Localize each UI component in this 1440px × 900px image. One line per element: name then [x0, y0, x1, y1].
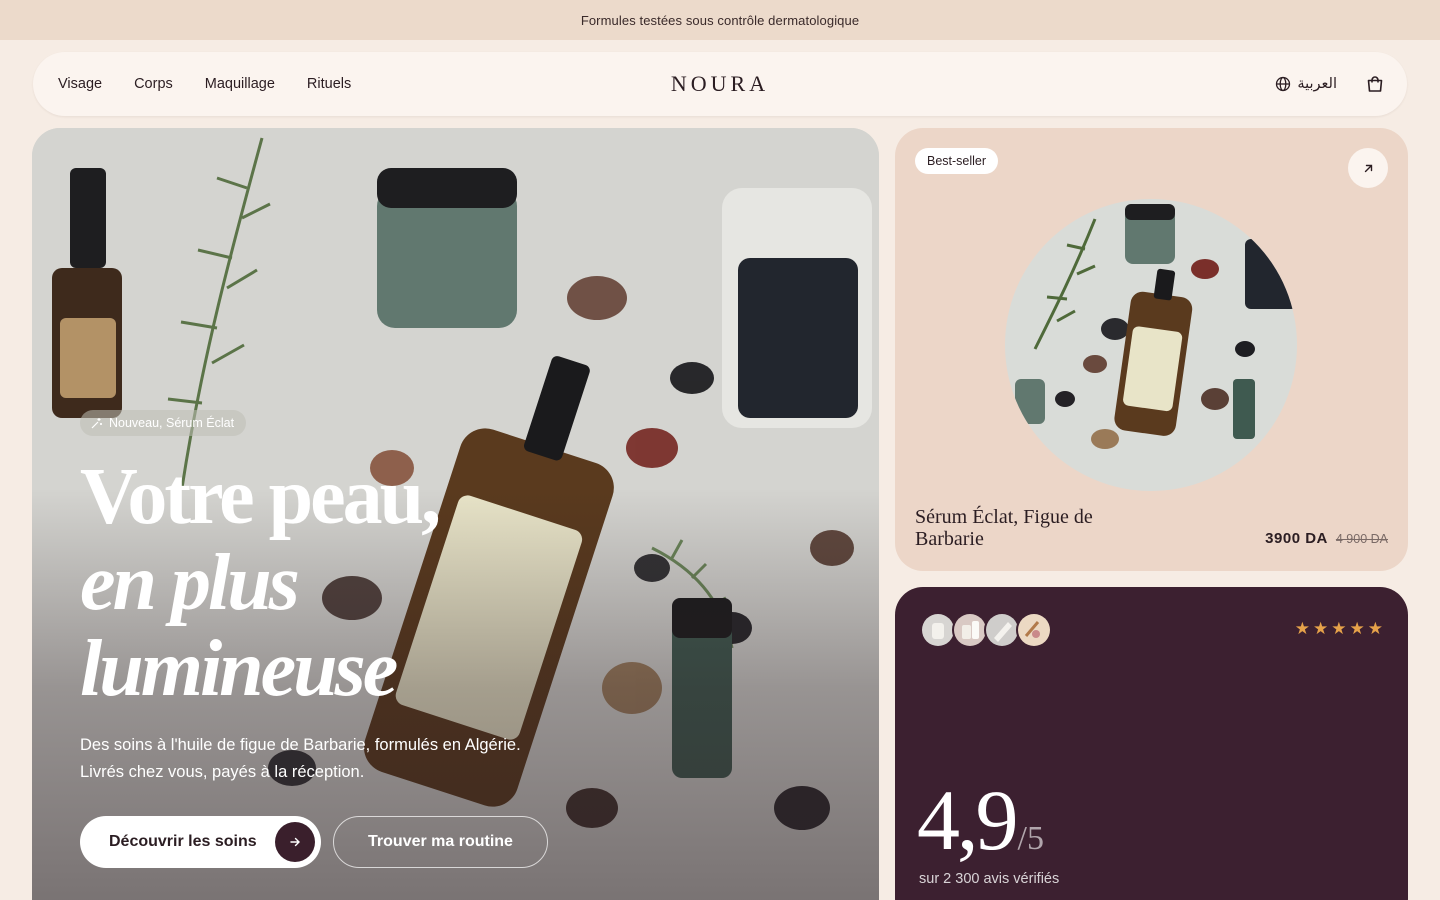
language-label: العربية [1297, 76, 1337, 92]
main-navbar: Visage Corps Maquillage Rituels NOURA ال… [33, 52, 1407, 116]
nav-link-visage[interactable]: Visage [58, 76, 102, 92]
language-switcher[interactable]: العربية [1275, 76, 1337, 92]
hero-title-line1: Votre peau, [80, 453, 441, 541]
reviewer-avatars [920, 612, 1052, 648]
star-icon: ★ [1367, 619, 1383, 638]
announcement-bar: Formules testées sous contrôle dermatolo… [0, 0, 1440, 40]
review-count: sur 2 300 avis vérifiés [919, 871, 1060, 887]
rating-max: /5 [1017, 820, 1044, 857]
arrow-right-icon [275, 822, 315, 862]
hero-title: Votre peau, en plus lumineuse [80, 454, 640, 712]
hero-title-line2: en plus [80, 539, 300, 627]
nav-links: Visage Corps Maquillage Rituels [58, 52, 351, 116]
rating-value: 4,9 [917, 772, 1018, 868]
rating-stars: ★ ★ ★ ★ ★ [1295, 620, 1383, 637]
rating-score: 4,9 /5 [917, 777, 1044, 863]
cart-icon[interactable] [1365, 74, 1385, 94]
star-icon: ★ [1294, 619, 1310, 638]
sparkle-icon [90, 417, 103, 430]
discover-products-button[interactable]: Découvrir les soins [80, 816, 321, 868]
star-icon: ★ [1349, 619, 1365, 638]
bestseller-badge: Best-seller [915, 148, 999, 174]
bestseller-product-card[interactable]: Best-seller Sérum Éclat, Figue de Barbar… [895, 128, 1408, 571]
announcement-text: Formules testées sous contrôle dermatolo… [580, 12, 860, 28]
new-product-badge-label: Nouveau, Sérum Éclat [109, 416, 235, 430]
nav-link-rituels[interactable]: Rituels [307, 76, 351, 92]
new-product-badge: Nouveau, Sérum Éclat [80, 410, 247, 436]
nav-actions: العربية [1275, 52, 1385, 116]
avatar [952, 612, 988, 648]
find-routine-button[interactable]: Trouver ma routine [333, 816, 548, 868]
old-price: 4 900 DA [1335, 532, 1388, 546]
star-icon: ★ [1313, 619, 1329, 638]
avatar [920, 612, 956, 648]
find-routine-label: Trouver ma routine [368, 833, 513, 850]
nav-link-corps[interactable]: Corps [134, 76, 173, 92]
product-price: 3900 DA 4 900 DA [1265, 530, 1388, 547]
hero-title-line3: lumineuse [80, 625, 398, 713]
discover-products-label: Découvrir les soins [109, 833, 257, 850]
product-image [1005, 199, 1297, 491]
rating-card: ★ ★ ★ ★ ★ 4,9 /5 sur 2 300 avis vérifiés [895, 587, 1408, 900]
hero-banner: Nouveau, Sérum Éclat Votre peau, en plus… [32, 128, 879, 900]
nav-link-maquillage[interactable]: Maquillage [205, 76, 275, 92]
current-price: 3900 DA [1265, 530, 1328, 547]
avatar [984, 612, 1020, 648]
product-name: Sérum Éclat, Figue de Barbarie [915, 506, 1093, 550]
avatar [1016, 612, 1052, 648]
arrow-up-right-icon [1362, 162, 1375, 175]
open-product-button[interactable] [1348, 148, 1388, 188]
star-icon: ★ [1331, 619, 1347, 638]
globe-icon [1275, 76, 1291, 92]
hero-subtitle: Des soins à l'huile de figue de Barbarie… [80, 736, 521, 781]
